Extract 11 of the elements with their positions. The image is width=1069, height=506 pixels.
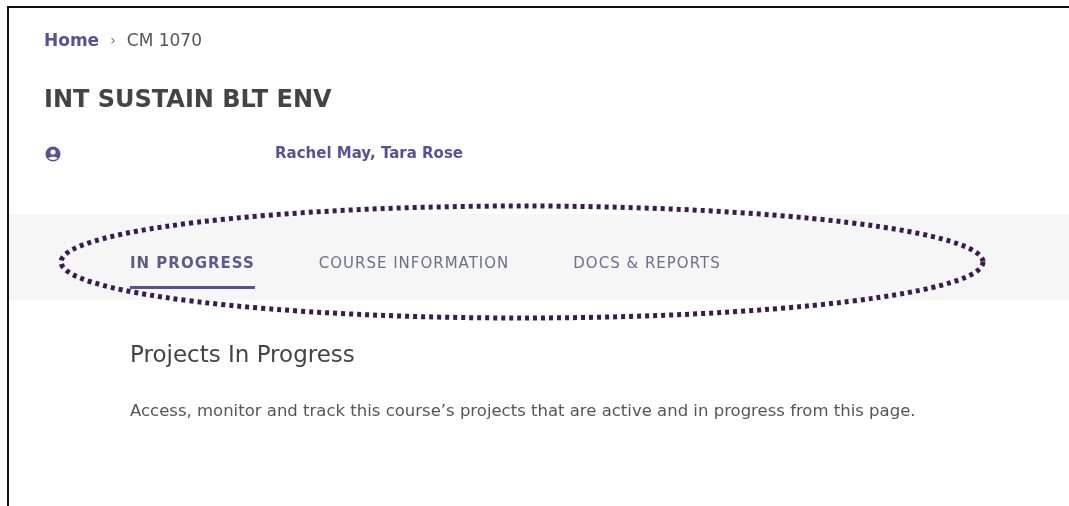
tab[interactable]: COURSE INFORMATION	[318, 254, 510, 289]
section-heading: Projects In Progress	[130, 340, 356, 369]
breadcrumb-link[interactable]: Home	[44, 30, 100, 50]
tab[interactable]: DOCS & REPORTS	[573, 254, 721, 289]
tab[interactable]: IN PROGRESS	[130, 254, 255, 289]
user-icon	[45, 145, 61, 162]
instructor-names: Rachel May, Tara Rose	[275, 144, 464, 163]
breadcrumb-current: CM 1070	[126, 30, 202, 50]
section-description: Access, monitor and track this course’s projects that are active and in progress from this page.	[130, 400, 917, 422]
breadcrumb-separator: ›	[110, 31, 116, 50]
course-title: INT SUSTAIN BLT ENV	[44, 85, 333, 113]
